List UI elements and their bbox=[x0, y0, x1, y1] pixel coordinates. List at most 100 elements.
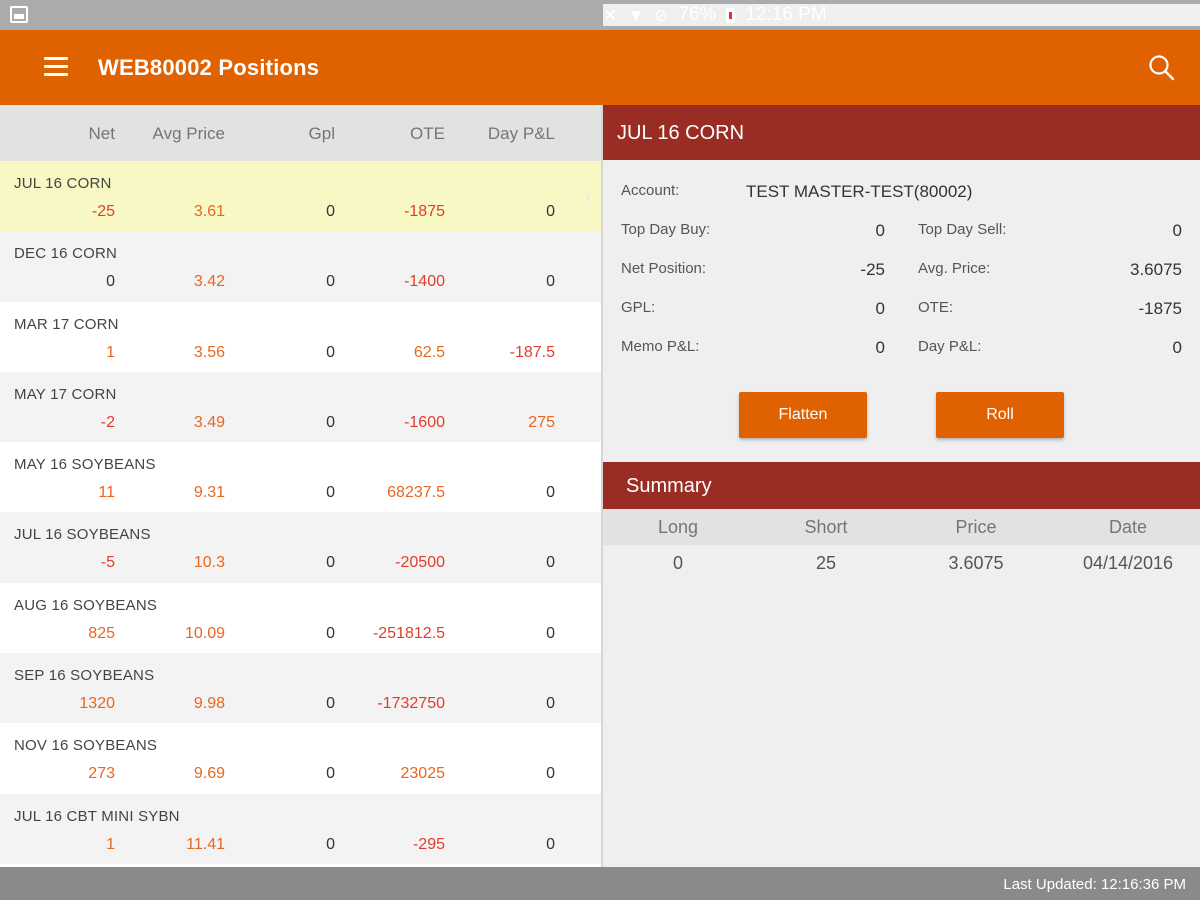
position-day: 0 bbox=[546, 554, 555, 572]
position-row[interactable]: SEP 16 SOYBEANS 1320 9.98 0 -1732750 0 bbox=[0, 653, 601, 724]
position-avg: 10.09 bbox=[184, 624, 225, 642]
page-title: WEB80002 Positions bbox=[98, 55, 320, 80]
position-row[interactable]: JUL 16 CORN -25 3.61 0 -1875 0 › bbox=[0, 161, 601, 232]
battery-icon bbox=[726, 7, 736, 23]
position-avg: 3.56 bbox=[193, 343, 225, 361]
position-ote: 62.5 bbox=[413, 343, 445, 361]
avg-price-label: Avg. Price: bbox=[918, 260, 991, 277]
position-gpl: 0 bbox=[326, 203, 335, 220]
position-ote: -1600 bbox=[404, 413, 445, 431]
day-pl-label: Day P&L: bbox=[918, 338, 982, 355]
position-avg: 9.98 bbox=[193, 695, 225, 713]
net-position-value: -25 bbox=[860, 260, 885, 279]
col-avg-price: Avg Price bbox=[152, 124, 225, 143]
summary-col-date: Date bbox=[1108, 517, 1148, 537]
top-day-buy-value: 0 bbox=[875, 221, 885, 240]
position-name: MAR 17 CORN bbox=[14, 315, 119, 333]
col-ote: OTE bbox=[410, 124, 445, 143]
app-bar: WEB80002 Positions bbox=[0, 30, 1200, 105]
gpl-value: 0 bbox=[875, 299, 885, 318]
position-day: 275 bbox=[528, 413, 555, 431]
gallery-icon bbox=[10, 6, 28, 23]
position-ote: -1875 bbox=[404, 203, 445, 220]
position-day: 0 bbox=[546, 273, 555, 291]
mute-icon: ✕ bbox=[603, 5, 618, 25]
position-gpl: 0 bbox=[326, 343, 335, 361]
net-position-label: Net Position: bbox=[621, 260, 707, 277]
menu-icon[interactable] bbox=[44, 57, 68, 77]
summary-row: 0 25 3.6075 04/14/2016 bbox=[603, 545, 1200, 581]
top-day-sell-label: Top Day Sell: bbox=[918, 221, 1007, 238]
position-day: 0 bbox=[546, 765, 555, 783]
position-row[interactable]: AUG 16 SOYBEANS 825 10.09 0 -251812.5 0 bbox=[0, 583, 601, 653]
position-row[interactable]: JUL 16 SOYBEANS -5 10.3 0 -20500 0 bbox=[0, 512, 601, 583]
position-gpl: 0 bbox=[326, 554, 335, 572]
detail-title: JUL 16 CORN bbox=[603, 105, 1200, 160]
position-avg: 10.3 bbox=[193, 554, 225, 572]
gpl-label: GPL: bbox=[621, 299, 656, 316]
position-net: 1 bbox=[106, 835, 115, 853]
position-gpl: 0 bbox=[326, 413, 335, 431]
do-not-disturb-icon: ⊘ bbox=[654, 5, 669, 25]
position-gpl: 0 bbox=[326, 835, 335, 853]
position-name: MAY 16 SOYBEANS bbox=[14, 456, 156, 474]
position-net: 11 bbox=[98, 484, 115, 502]
footer-bar: Last Updated: 12:16:36 PM bbox=[0, 867, 1200, 900]
position-net: 1 bbox=[106, 343, 115, 361]
summary-col-price: Price bbox=[955, 517, 997, 537]
status-time: 12:16 PM bbox=[745, 4, 827, 25]
summary-header: Long Short Price Date bbox=[603, 509, 1200, 545]
wifi-icon: ▼ bbox=[627, 5, 645, 25]
account-label: Account: bbox=[621, 182, 680, 199]
top-day-sell-value: 0 bbox=[1172, 221, 1182, 240]
day-pl-value: 0 bbox=[1172, 338, 1182, 357]
position-gpl: 0 bbox=[326, 273, 335, 291]
status-right: ✕ ▼ ⊘ 76% 12:16 PM bbox=[603, 4, 1200, 26]
summary-col-long: Long bbox=[657, 517, 699, 537]
position-net: -5 bbox=[100, 554, 115, 572]
col-day-pl: Day P&L bbox=[487, 124, 555, 143]
account-value: TEST MASTER-TEST(80002) bbox=[746, 182, 973, 201]
avg-price-value: 3.6075 bbox=[1130, 260, 1182, 279]
position-gpl: 0 bbox=[326, 484, 335, 502]
detail-panel: JUL 16 CORN Account: TEST MASTER-TEST(80… bbox=[603, 105, 1200, 867]
position-day: 0 bbox=[546, 203, 555, 220]
top-day-buy-label: Top Day Buy: bbox=[621, 221, 711, 238]
position-row[interactable]: MAY 17 CORN -2 3.49 0 -1600 275 bbox=[0, 371, 601, 443]
roll-button[interactable]: Roll bbox=[936, 392, 1064, 438]
position-row[interactable]: JUL 16 CBT MINI SYBN 1 11.41 0 -295 0 bbox=[0, 793, 601, 864]
memo-pl-value: 0 bbox=[875, 338, 885, 357]
position-ote: -1732750 bbox=[377, 695, 445, 713]
position-day: 0 bbox=[546, 695, 555, 713]
position-avg: 11.41 bbox=[186, 835, 225, 853]
position-name: SEP 16 SOYBEANS bbox=[14, 667, 155, 685]
position-name: JUL 16 CBT MINI SYBN bbox=[14, 807, 180, 825]
summary-long: 0 bbox=[672, 553, 683, 573]
search-icon[interactable] bbox=[1148, 54, 1176, 82]
position-net: -25 bbox=[91, 203, 115, 220]
position-row[interactable]: MAR 17 CORN 1 3.56 0 62.5 -187.5 bbox=[0, 302, 601, 372]
position-name: AUG 16 SOYBEANS bbox=[14, 596, 158, 614]
position-net: 273 bbox=[88, 765, 115, 783]
flatten-button[interactable]: Flatten bbox=[739, 392, 867, 438]
position-name: DEC 16 CORN bbox=[14, 245, 118, 263]
summary-col-short: Short bbox=[804, 517, 848, 537]
position-row[interactable]: DEC 16 CORN 0 3.42 0 -1400 0 bbox=[0, 231, 601, 302]
position-ote: 23025 bbox=[400, 765, 446, 783]
col-gpl: Gpl bbox=[308, 124, 335, 143]
position-day: 0 bbox=[546, 835, 555, 853]
position-row[interactable]: MAY 16 SOYBEANS 11 9.31 0 68237.5 0 bbox=[0, 442, 601, 512]
position-day: 0 bbox=[546, 624, 555, 642]
position-day: -187.5 bbox=[509, 343, 555, 361]
battery-percent: 76% bbox=[678, 4, 717, 25]
status-bar: ✕ ▼ ⊘ 76% 12:16 PM bbox=[0, 0, 1200, 30]
position-avg: 3.61 bbox=[193, 203, 225, 220]
summary-date: 04/14/2016 bbox=[1082, 553, 1174, 573]
position-avg: 3.42 bbox=[193, 273, 225, 291]
position-name: NOV 16 SOYBEANS bbox=[14, 737, 158, 755]
position-ote: 68237.5 bbox=[387, 484, 445, 502]
summary-title: Summary bbox=[603, 462, 1200, 509]
position-row[interactable]: NOV 16 SOYBEANS 273 9.69 0 23025 0 bbox=[0, 723, 601, 793]
position-ote: -20500 bbox=[395, 554, 445, 572]
last-updated: Last Updated: 12:16:36 PM bbox=[1003, 876, 1186, 893]
